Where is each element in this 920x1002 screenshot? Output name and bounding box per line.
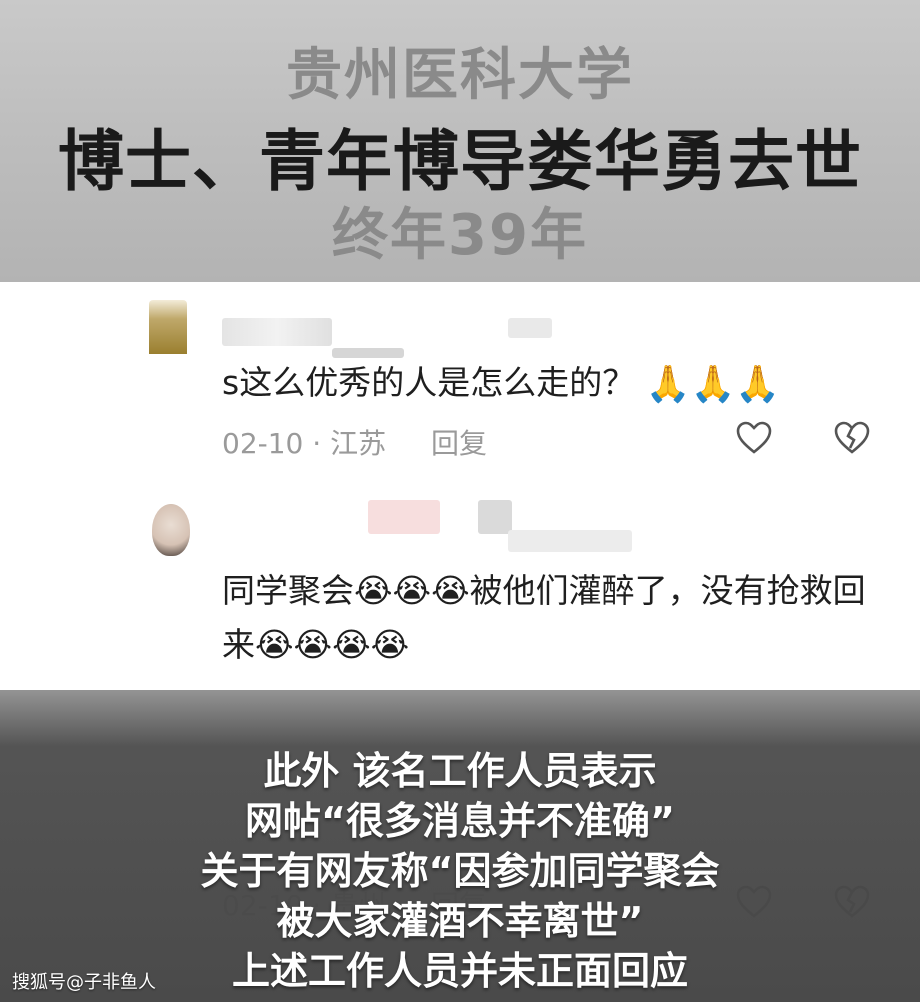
blurred-username <box>508 530 632 552</box>
reply-button[interactable]: 回复 <box>431 427 487 460</box>
broken-heart-icon[interactable] <box>832 418 872 458</box>
headline-line-1: 贵州医科大学 <box>286 43 634 108</box>
blurred-username <box>222 318 332 346</box>
headline-line-3: 终年39年 <box>332 203 588 268</box>
caption-line: 网帖“很多消息并不准确” <box>245 799 675 843</box>
comment-item: s这么优秀的人是怎么走的？ 🙏🙏🙏 02-10 · 江苏 回复 <box>0 282 920 482</box>
comment-location: 江苏 <box>330 427 387 460</box>
avatar[interactable] <box>149 300 187 354</box>
watermark: 搜狐号@子非鱼人 <box>12 972 156 993</box>
caption-line: 被大家灌酒不幸离世” <box>276 899 644 943</box>
comment-meta: 02-10 · 江苏 回复 <box>222 422 487 462</box>
comment-date: 02-10 <box>222 427 304 460</box>
comment-text: 同学聚会😭😭😭被他们灌醉了，没有抢救回来😭😭😭😭 <box>222 571 866 664</box>
comment-text: s这么优秀的人是怎么走的？ 🙏🙏🙏 <box>222 363 781 405</box>
headline-banner: 贵州医科大学 博士、青年博导娄华勇去世 终年39年 <box>0 0 920 282</box>
blurred-username <box>368 500 440 534</box>
caption-line: 此外 该名工作人员表示 <box>263 749 657 793</box>
caption-overlay: 此外 该名工作人员表示 网帖“很多消息并不准确” 关于有网友称“因参加同学聚会 … <box>0 690 920 1002</box>
heart-outline-icon[interactable] <box>734 418 774 458</box>
comment-list: s这么优秀的人是怎么走的？ 🙏🙏🙏 02-10 · 江苏 回复 同学聚会😭😭😭被… <box>0 282 920 922</box>
pray-emoji-icon: 🙏🙏🙏 <box>645 363 781 405</box>
caption-line: 关于有网友称“因参加同学聚会 <box>200 849 720 893</box>
avatar[interactable] <box>152 504 190 556</box>
meta-separator: · <box>312 427 331 460</box>
blurred-username <box>478 500 512 534</box>
blurred-username <box>508 318 552 338</box>
